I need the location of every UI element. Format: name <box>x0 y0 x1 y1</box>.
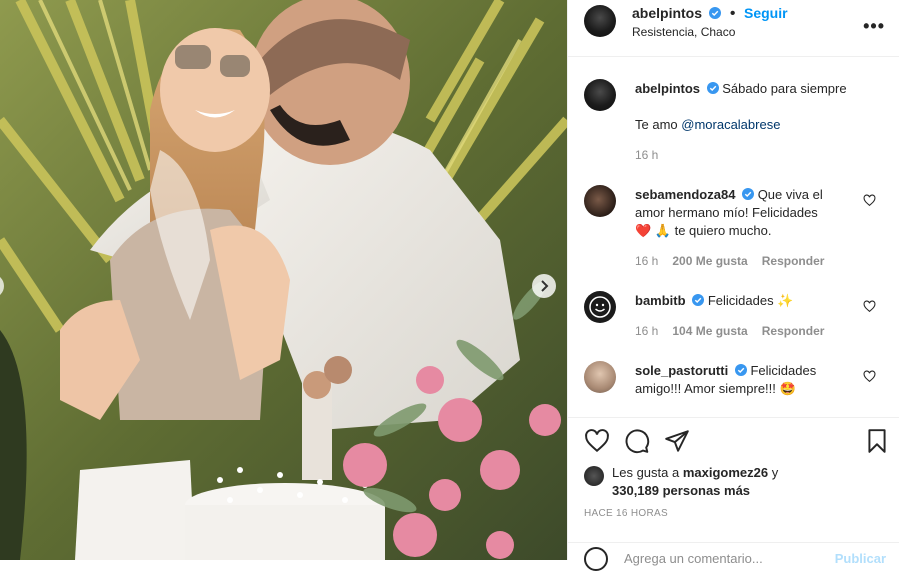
caption-line2: Te amo <box>635 117 682 132</box>
more-options-icon[interactable]: ••• <box>863 16 885 37</box>
comment-username[interactable]: bambitb <box>635 293 686 308</box>
caption-text: Sábado para siempre <box>722 81 847 96</box>
chevron-right-icon <box>541 280 549 292</box>
comment-text: Que viva el <box>757 187 823 202</box>
comment-text: Felicidades ✨ <box>707 293 794 308</box>
commenter-avatar[interactable] <box>584 361 616 393</box>
bookmark-icon[interactable] <box>864 428 890 454</box>
comment-like-heart-icon[interactable] <box>863 194 876 207</box>
add-comment-bar: Agrega un comentario... Publicar <box>568 542 899 582</box>
post-location[interactable]: Resistencia, Chaco <box>632 25 735 39</box>
liker-username[interactable]: maxigomez26 <box>683 465 768 480</box>
likes-prefix: Les gusta a <box>612 465 683 480</box>
smiley-avatar-icon <box>589 296 611 318</box>
author-avatar[interactable] <box>584 5 616 37</box>
mention-link[interactable]: @moracalabrese <box>681 117 780 132</box>
comment-username[interactable]: sole_pastorutti <box>635 363 728 378</box>
comment-text-line2: amor hermano mío! Felicidades <box>635 205 818 220</box>
likes-summary: Les gusta a maxigomez26 y 330,189 person… <box>584 464 778 500</box>
emoji-icon[interactable] <box>584 547 608 571</box>
follow-button[interactable]: Seguir <box>744 5 788 21</box>
verified-badge-icon <box>692 294 705 306</box>
post-actions: Les gusta a maxigomez26 y 330,189 person… <box>568 417 899 571</box>
wedding-photo-illustration <box>0 0 567 560</box>
comment-age[interactable]: 16 h <box>635 254 658 268</box>
liker-avatar[interactable] <box>584 466 604 486</box>
likes-count[interactable]: 330,189 personas más <box>612 483 750 498</box>
caption-avatar[interactable] <box>584 79 616 111</box>
separator-dot: • <box>729 5 736 22</box>
likes-suffix: y <box>768 465 779 480</box>
comment-icon[interactable] <box>624 428 650 454</box>
publish-button[interactable]: Publicar <box>835 551 886 566</box>
verified-badge-icon <box>706 82 719 94</box>
commenter-avatar[interactable] <box>584 291 616 323</box>
comment-text: Felicidades <box>750 363 817 378</box>
author-username[interactable]: abelpintos <box>632 5 702 21</box>
post-timestamp[interactable]: HACE 16 HORAS <box>584 508 668 519</box>
comment-text-line3: ❤️ 🙏 te quiero mucho. <box>635 223 772 238</box>
verified-badge-icon <box>709 7 722 19</box>
comment-likes-count[interactable]: 200 Me gusta <box>672 254 747 268</box>
comment-age[interactable]: 16 h <box>635 324 658 338</box>
verified-badge-icon <box>742 188 755 200</box>
post-header: abelpintos • Seguir Resistencia, Chaco •… <box>568 0 899 57</box>
comments-list: abelpintos Sábado para siempre Te amo @m… <box>568 57 899 417</box>
caption-age[interactable]: 16 h <box>635 148 658 162</box>
reply-button[interactable]: Responder <box>762 324 825 338</box>
post-details-panel: abelpintos • Seguir Resistencia, Chaco •… <box>567 0 899 571</box>
heart-icon[interactable] <box>584 428 610 454</box>
comment-likes-count[interactable]: 104 Me gusta <box>672 324 747 338</box>
post-photo[interactable] <box>0 0 567 560</box>
comment-like-heart-icon[interactable] <box>863 370 876 383</box>
comment-text-line2: amigo!!! Amor siempre!!! 🤩 <box>635 381 796 396</box>
verified-badge-icon <box>734 364 747 376</box>
reply-button[interactable]: Responder <box>762 254 825 268</box>
commenter-avatar[interactable] <box>584 185 616 217</box>
caption-username[interactable]: abelpintos <box>635 81 700 96</box>
send-icon[interactable] <box>664 428 690 454</box>
add-comment-input[interactable]: Agrega un comentario... <box>624 551 763 566</box>
next-photo-button[interactable] <box>532 274 556 298</box>
comment-username[interactable]: sebamendoza84 <box>635 187 735 202</box>
comment-like-heart-icon[interactable] <box>863 300 876 313</box>
